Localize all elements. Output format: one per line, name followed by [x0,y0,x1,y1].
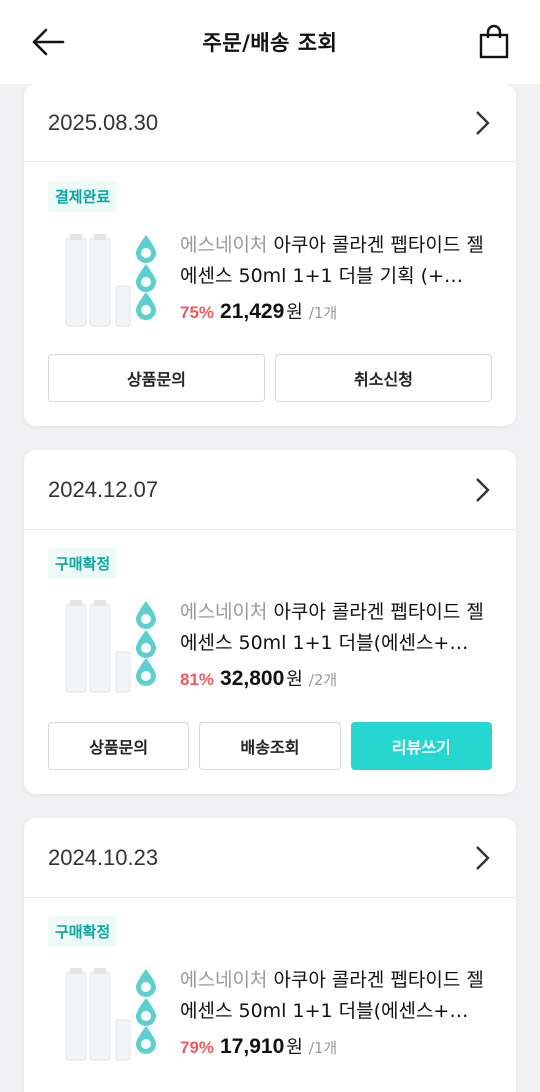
chevron-right-icon[interactable] [472,109,492,137]
order-actions: 상품문의 배송조회 리뷰쓰기 [48,722,492,770]
product-name: 에스네이처 아쿠아 콜라겐 펩타이드 젤에센스 50ml 1+1 더블 기획 (… [180,230,496,292]
order-date: 2024.12.07 [48,476,159,502]
cancel-request-button[interactable]: 취소신청 [275,354,492,402]
order-card-header[interactable]: 2024.10.23 [24,818,516,898]
product-name: 에스네이처 아쿠아 콜라겐 펩타이드 젤에센스 50ml 1+1 더블(에센스+… [180,597,496,659]
currency: 원 [286,302,303,323]
product-info[interactable]: 에스네이처 아쿠아 콜라겐 펩타이드 젤에센스 50ml 1+1 더블(에센스+… [180,965,496,1059]
discount-rate: 75% [180,303,215,322]
price: 32,800 [220,667,285,690]
product-inquiry-button[interactable]: 상품문의 [48,354,265,402]
order-card: 2024.12.07 구매확정 에스네이처 아쿠아 콜라겐 펩타이드 젤에센스 … [24,450,516,794]
discount-rate: 81% [180,670,215,689]
price: 17,910 [220,1035,285,1058]
product-brand: 에스네이처 [180,601,268,623]
top-bar: 주문/배송 조회 [0,0,540,84]
product-image[interactable] [64,598,164,698]
order-card-header[interactable]: 2024.12.07 [24,450,516,530]
order-card: 2024.10.23 구매확정 에스네이처 아쿠아 콜라겐 펩타이드 젤에센스 … [24,818,516,1092]
arrow-left-icon[interactable] [30,26,66,58]
product-brand: 에스네이처 [180,969,268,991]
chevron-right-icon[interactable] [472,844,492,872]
status-badge: 구매확정 [48,916,118,947]
quantity: /2개 [308,671,338,689]
order-actions: 상품문의 취소신청 [48,354,492,402]
shopping-bag-icon[interactable] [478,24,510,60]
track-delivery-button[interactable]: 배송조회 [199,722,341,770]
order-date: 2025.08.30 [48,109,159,135]
price-row: 79% 17,910 원 /1개 [180,1033,496,1059]
price-row: 81% 32,800 원 /2개 [180,665,496,691]
price-row: 75% 21,429 원 /1개 [180,298,496,324]
quantity: /1개 [308,1039,338,1057]
price: 21,429 [220,300,285,323]
product-brand: 에스네이처 [180,234,268,256]
page-title: 주문/배송 조회 [202,31,338,55]
discount-rate: 79% [180,1038,215,1057]
product-name: 에스네이처 아쿠아 콜라겐 펩타이드 젤에센스 50ml 1+1 더블(에센스+… [180,965,496,1027]
status-badge: 결제완료 [48,181,118,212]
status-badge: 구매확정 [48,548,118,579]
order-date: 2024.10.23 [48,844,159,870]
currency: 원 [286,669,303,690]
chevron-right-icon[interactable] [472,476,492,504]
write-review-button[interactable]: 리뷰쓰기 [350,722,492,770]
product-info[interactable]: 에스네이처 아쿠아 콜라겐 펩타이드 젤에센스 50ml 1+1 더블 기획 (… [180,230,496,324]
order-card-header[interactable]: 2025.08.30 [24,84,516,162]
product-inquiry-button[interactable]: 상품문의 [48,722,190,770]
product-image[interactable] [64,232,164,332]
quantity: /1개 [308,304,338,322]
currency: 원 [286,1037,303,1058]
product-image[interactable] [64,966,164,1066]
order-card: 2025.08.30 결제완료 에스네이처 아쿠아 콜라겐 펩타이드 젤에센스 … [24,84,516,426]
product-info[interactable]: 에스네이처 아쿠아 콜라겐 펩타이드 젤에센스 50ml 1+1 더블(에센스+… [180,597,496,691]
